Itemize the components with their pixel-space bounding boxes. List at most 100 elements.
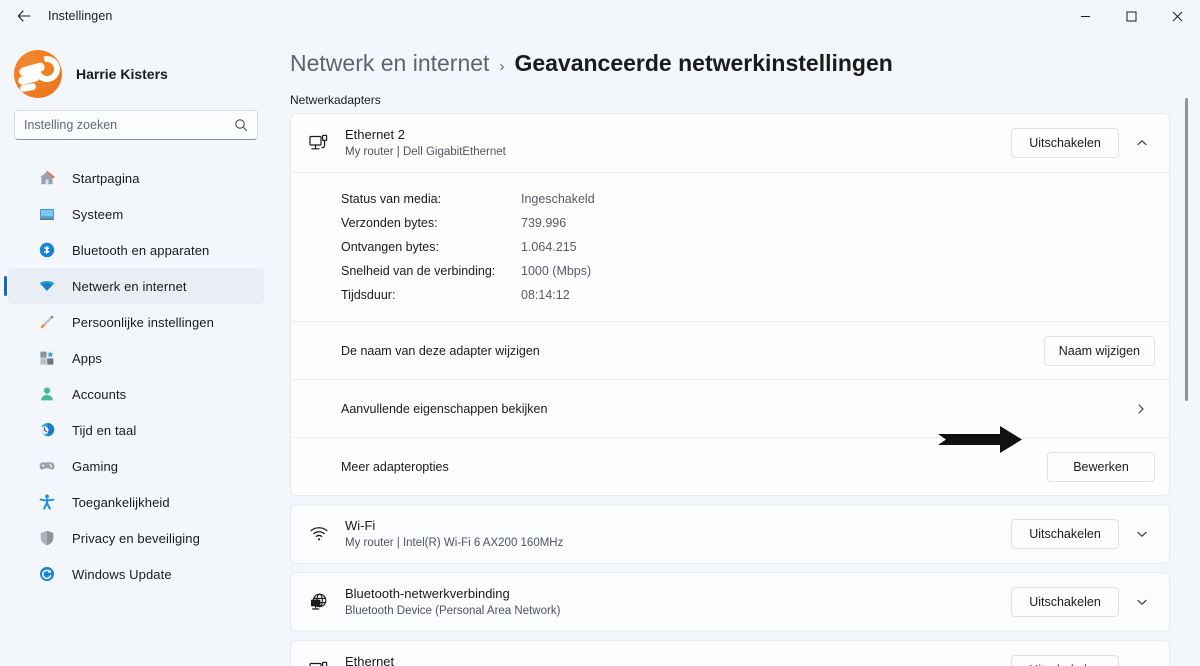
adapter-card-ethernet: Ethernet My router | Intel(R) I211 Gigab… [290,640,1170,666]
close-button[interactable] [1154,0,1200,32]
sidebar-item-label: Netwerk en internet [72,278,187,294]
sidebar-item-netwerk-en-internet[interactable]: Netwerk en internet [4,268,264,304]
detail-value: 1000 (Mbps) [521,264,592,278]
search-input[interactable] [24,118,234,132]
detail-label: Ontvangen bytes: [341,240,439,254]
detail-row: Status van media: Ingeschakeld [341,187,1169,211]
search-wrapper [0,104,272,140]
edit-button[interactable]: Bewerken [1047,451,1155,482]
sidebar-item-apps[interactable]: Apps [8,340,264,376]
window-controls [1062,0,1200,32]
globe-monitor-icon [305,591,333,613]
chevron-up-icon[interactable] [1127,128,1157,158]
sidebar-item-label: Toegankelijkheid [72,494,170,510]
sidebar-item-label: Tijd en taal [72,422,137,438]
sidebar-item-label: Accounts [72,386,127,402]
sidebar-item-privacy-en-beveiliging[interactable]: Privacy en beveiliging [8,520,264,556]
detail-label: Tijdsduur: [341,288,396,302]
adapter-list: Ethernet 2 My router | Dell GigabitEther… [272,113,1200,666]
avatar [14,50,62,98]
detail-value: 1.064.215 [521,240,577,254]
title-bar: Instellingen [0,0,1200,32]
adapter-subtitle: My router | Dell GigabitEthernet [345,146,506,158]
sidebar-item-label: Apps [72,350,103,366]
detail-row: Ontvangen bytes: 1.064.215 [341,235,1169,259]
section-label: Netwerkadapters [290,93,381,107]
adapter-card-ethernet-2: Ethernet 2 My router | Dell GigabitEther… [290,113,1170,496]
rename-button[interactable]: Naam wijzigen [1043,335,1155,366]
update-icon [36,564,58,584]
adapter-header[interactable]: Ethernet 2 My router | Dell GigabitEther… [291,114,1169,172]
detail-value: 08:14:12 [521,288,570,302]
disable-button[interactable]: Uitschakelen [1011,128,1119,158]
chevron-down-icon[interactable] [1127,655,1157,666]
adapter-subtitle: My router | Intel(R) Wi-Fi 6 AX200 160MH… [345,537,564,549]
adapter-name: Bluetooth-netwerkverbinding [345,586,510,601]
adapter-name: Ethernet 2 [345,127,405,142]
sidebar-nav: Startpagina Systeem Bluetooth en apparat… [0,160,272,592]
sidebar-item-label: Systeem [72,206,124,222]
bluetooth-icon [36,240,58,260]
adapter-details: Status van media: Ingeschakeld Verzonden… [291,173,1169,321]
profile[interactable]: Harrie Kisters [0,32,272,104]
sidebar-item-windows-update[interactable]: Windows Update [8,556,264,592]
adapter-name: Ethernet [345,654,395,666]
action-label: Aanvullende eigenschappen bekijken [341,401,548,416]
adapter-header[interactable]: Bluetooth-netwerkverbinding Bluetooth De… [291,573,1169,631]
adapter-header[interactable]: Ethernet My router | Intel(R) I211 Gigab… [291,641,1169,666]
home-icon [36,168,58,188]
disable-button[interactable]: Uitschakelen [1011,587,1119,617]
detail-row: Tijdsduur: 08:14:12 [341,283,1169,307]
sidebar-item-label: Windows Update [72,566,172,582]
monitor-icon [36,204,58,224]
sidebar-item-label: Gaming [72,458,119,474]
action-row-additional-properties[interactable]: Aanvullende eigenschappen bekijken [291,380,1169,437]
maximize-icon [1126,11,1136,21]
apps-icon [36,348,58,368]
chevron-right-icon [1135,403,1155,415]
adapter-text: Bluetooth-netwerkverbinding Bluetooth De… [345,585,1011,619]
disable-button[interactable]: Uitschakelen [1011,655,1119,666]
sidebar-item-tijd-en-taal[interactable]: Tijd en taal [8,412,264,448]
adapter-subtitle: Bluetooth Device (Personal Area Network) [345,605,561,617]
action-label: De naam van deze adapter wijzigen [341,343,540,358]
disable-button[interactable]: Uitschakelen [1011,519,1119,549]
adapter-header[interactable]: Wi-Fi My router | Intel(R) Wi-Fi 6 AX200… [291,505,1169,563]
action-row-rename[interactable]: De naam van deze adapter wijzigen Naam w… [291,322,1169,379]
back-button[interactable] [8,4,40,28]
gamepad-icon [36,456,58,476]
detail-label: Verzonden bytes: [341,216,438,230]
maximize-button[interactable] [1108,0,1154,32]
sidebar-item-startpagina[interactable]: Startpagina [8,160,264,196]
sidebar-item-persoonlijke-instellingen[interactable]: Persoonlijke instellingen [8,304,264,340]
minimize-button[interactable] [1062,0,1108,32]
window-title: Instellingen [48,9,113,23]
detail-row: Snelheid van de verbinding: 1000 (Mbps) [341,259,1169,283]
scrollbar-thumb[interactable] [1185,98,1188,401]
sidebar: Harrie Kisters Instelling zoeken Startpa… [0,32,272,666]
main-content: Netwerk en internet › Geavanceerde netwe… [272,32,1200,666]
sidebar-item-label: Startpagina [72,170,140,186]
scrollbar-track[interactable] [1182,40,1194,660]
settings-window: Instellingen Harrie Kisters Instelling z… [0,0,1200,666]
adapter-name: Wi-Fi [345,518,376,533]
search-box[interactable] [14,110,258,140]
close-icon [1172,11,1182,21]
adapter-card-bluetooth-netwerkverbinding: Bluetooth-netwerkverbinding Bluetooth De… [290,572,1170,632]
sidebar-item-accounts[interactable]: Accounts [8,376,264,412]
sidebar-item-toegankelijkheid[interactable]: Toegankelijkheid [8,484,264,520]
accessibility-icon [36,492,58,512]
sidebar-item-bluetooth-en-apparaten[interactable]: Bluetooth en apparaten [8,232,264,268]
action-label: Meer adapteropties [341,459,449,474]
breadcrumb-parent-link[interactable]: Netwerk en internet [290,50,489,77]
chevron-down-icon[interactable] [1127,519,1157,549]
wifi-adapter-icon [305,523,333,545]
chevron-down-icon[interactable] [1127,587,1157,617]
shield-icon [36,528,58,548]
sidebar-item-gaming[interactable]: Gaming [8,448,264,484]
ethernet-icon [305,659,333,666]
sidebar-item-systeem[interactable]: Systeem [8,196,264,232]
page-title: Geavanceerde netwerkinstellingen [514,50,893,76]
detail-label: Status van media: [341,192,442,206]
action-row-more-adapter-options[interactable]: Meer adapteropties Bewerken [291,438,1169,495]
